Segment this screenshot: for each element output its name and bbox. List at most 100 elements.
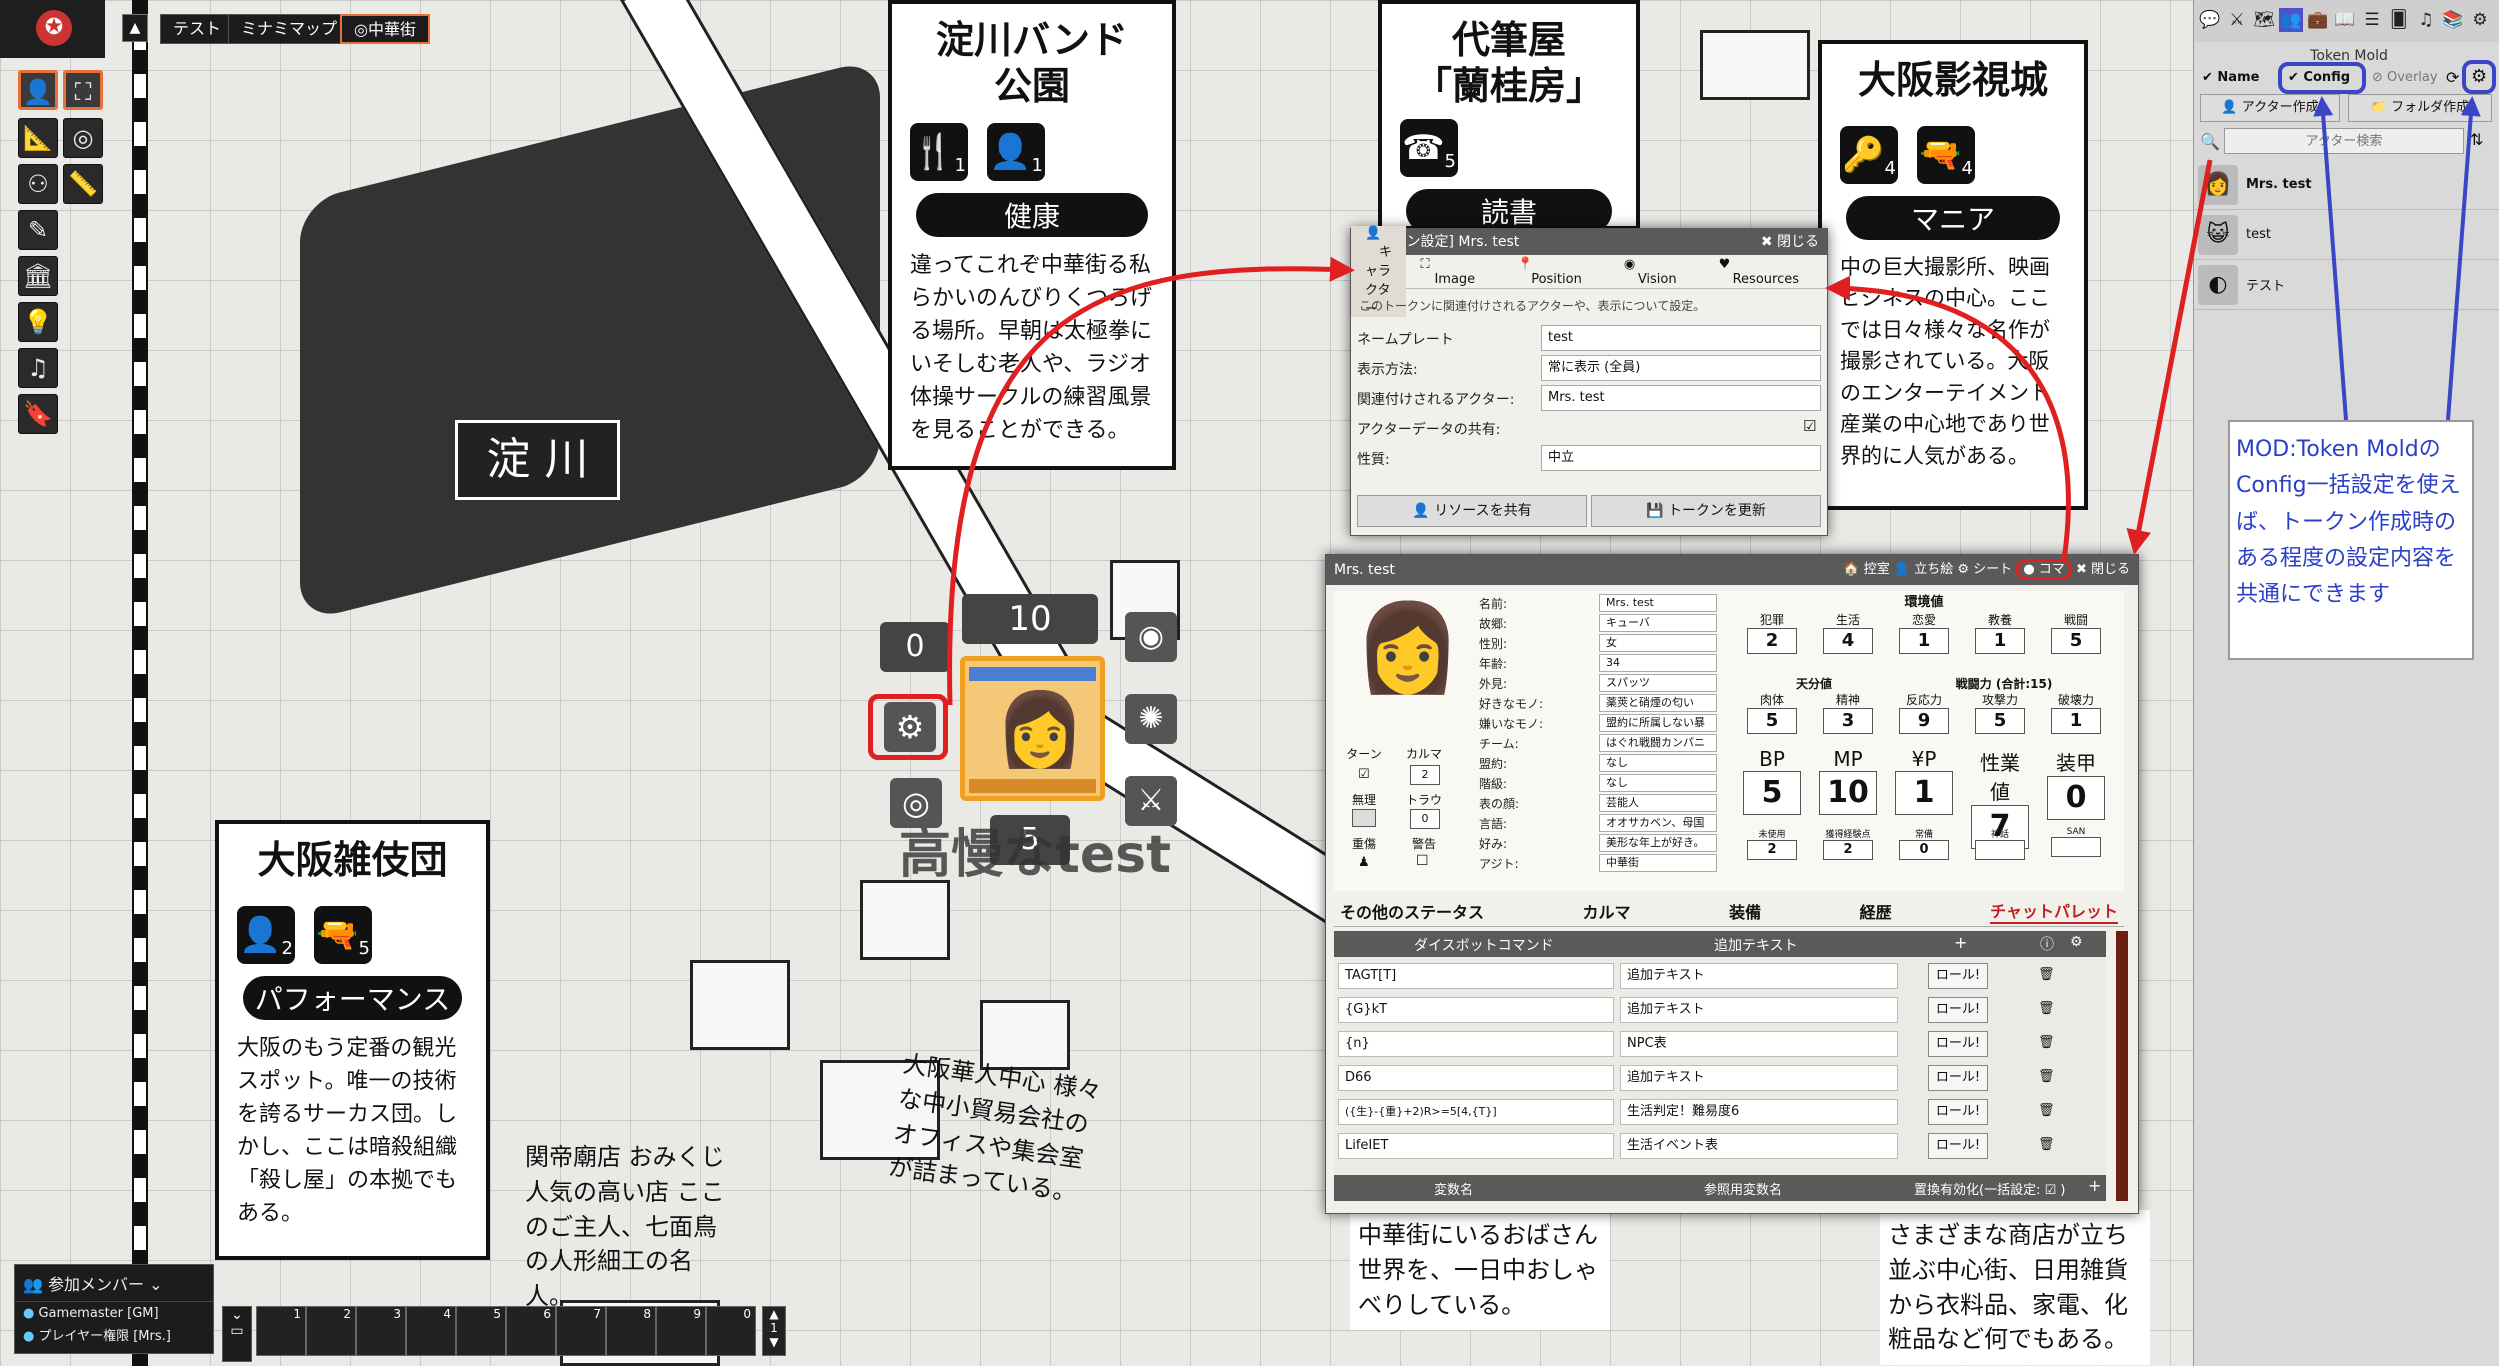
chevron-up-icon[interactable]: ▲	[122, 14, 148, 42]
profile-value[interactable]: 女	[1599, 634, 1717, 652]
dice-command-input[interactable]: {n}	[1338, 1031, 1614, 1057]
location-osaka-zatsugidan[interactable]: 大阪雑伎団 👤2 🔫5 パフォーマンス 大阪のもう定番の観光スポット。唯一の技術…	[215, 820, 490, 1260]
location-daihitsuya[interactable]: 代筆屋 「蘭桂房」 ☎5 読書	[1378, 0, 1640, 234]
display-mode-select[interactable]: 常に表示 (全員)	[1541, 355, 1821, 381]
tab-vision[interactable]: ◉ Vision	[1610, 257, 1705, 287]
sound-tool-icon[interactable]: ♫	[18, 348, 58, 388]
macro-slot[interactable]: 0	[706, 1306, 756, 1356]
stat-value[interactable]: 1	[1899, 628, 1949, 654]
trash-icon[interactable]: 🗑	[2038, 967, 2055, 982]
select-tool-icon[interactable]: ⛶	[63, 70, 103, 110]
filter-config-toggle[interactable]: ✔ Config	[2288, 70, 2350, 85]
prototype-token-button[interactable]: ● コマ	[2016, 559, 2072, 580]
share-resources-button[interactable]: 👤 リソースを共有	[1357, 495, 1587, 527]
stat-value[interactable]: 0	[1899, 840, 1949, 860]
roll-button[interactable]: ロール!	[1928, 1065, 1988, 1091]
scrollbar[interactable]	[2116, 931, 2128, 1201]
scene-tab-active[interactable]: ◎中華街	[340, 14, 430, 44]
judo-icon[interactable]: ♟	[1358, 855, 1370, 870]
settings-icon[interactable]: ⚙	[2468, 8, 2492, 32]
profile-value[interactable]: はぐれ戦闘カンパニ	[1599, 734, 1717, 752]
profile-value[interactable]: 美形な年上が好き。	[1599, 834, 1717, 852]
macro-slot[interactable]: 7	[556, 1306, 606, 1356]
profile-value[interactable]: キューバ	[1599, 614, 1717, 632]
tab-karma[interactable]: カルマ	[1583, 899, 1631, 923]
combat-icon[interactable]: ⚔	[2225, 8, 2249, 32]
tab-equipment[interactable]: 装備	[1729, 899, 1761, 923]
macro-slot[interactable]: 6	[506, 1306, 556, 1356]
roll-button[interactable]: ロール!	[1928, 1099, 1988, 1125]
dice-command-input[interactable]: LifeIET	[1338, 1133, 1614, 1159]
stat-value[interactable]	[1975, 840, 2025, 860]
info-icon[interactable]: ⓘ	[2040, 934, 2054, 954]
close-button[interactable]: ✖ 閉じる	[1761, 229, 1819, 255]
refresh-icon[interactable]: ⟳	[2446, 68, 2459, 87]
enable-substitution-toggle[interactable]: 置換有効化(一括設定: ☑ )	[1914, 1179, 2065, 1198]
stat-value[interactable]: 2	[1747, 628, 1797, 654]
trash-icon[interactable]: 🗑	[2038, 1069, 2055, 1084]
tables-icon[interactable]: ☰	[2360, 8, 2384, 32]
trash-icon[interactable]: 🗑	[2038, 1103, 2055, 1118]
stat-value[interactable]: 9	[1899, 708, 1949, 734]
add-icon[interactable]: +	[2088, 1176, 2101, 1195]
nameplate-input[interactable]: test	[1541, 325, 1821, 351]
filter-overlay-toggle[interactable]: ⊘ Overlay	[2372, 70, 2438, 85]
compendium-icon[interactable]: 📚	[2441, 8, 2465, 32]
stat-value[interactable]: 0	[2047, 776, 2105, 820]
stat-value[interactable]: 1	[2051, 708, 2101, 734]
stat-value[interactable]: 10	[1819, 771, 1877, 815]
disposition-select[interactable]: 中立	[1541, 445, 1821, 471]
items-icon[interactable]: 💼	[2306, 8, 2330, 32]
chat-icon[interactable]: 💬	[2198, 8, 2222, 32]
template-tool-icon[interactable]: ◎	[63, 118, 103, 158]
notes-tool-icon[interactable]: 🔖	[18, 394, 58, 434]
playlists-icon[interactable]: ♫	[2414, 8, 2438, 32]
profile-value[interactable]: 薬莢と硝煙の匂い	[1599, 694, 1717, 712]
dice-command-input[interactable]: TAGT[T]	[1338, 963, 1614, 989]
dice-command-input[interactable]: D66	[1338, 1065, 1614, 1091]
tab-history[interactable]: 経歴	[1860, 899, 1892, 923]
actor-link-checkbox[interactable]: ☑	[1803, 417, 1816, 435]
walls-tool-icon[interactable]: 🏛	[18, 256, 58, 296]
target-icon[interactable]: ◎	[890, 778, 942, 828]
macro-slot[interactable]: 1	[256, 1306, 306, 1356]
create-actor-button[interactable]: 👤 アクター作成	[2200, 94, 2340, 122]
stat-value[interactable]: 5	[1747, 708, 1797, 734]
trauma-value[interactable]: 0	[1410, 809, 1440, 829]
scenes-icon[interactable]: 🗺	[2252, 8, 2276, 32]
token-tool-icon[interactable]: 👤	[18, 70, 58, 110]
extra-text-input[interactable]: 生活イベント表	[1620, 1133, 1898, 1159]
token-bar-value[interactable]: 0	[880, 622, 950, 672]
window-header[interactable]: [トークン設定] Mrs. test ✖ 閉じる	[1351, 229, 1827, 255]
macro-slot[interactable]: 5	[456, 1306, 506, 1356]
gear-icon[interactable]: ⚙	[2471, 66, 2487, 87]
linked-actor-select[interactable]: Mrs. test	[1541, 385, 1821, 411]
location-osaka-eishijo[interactable]: 大阪影視城 🔑4 🔫4 マニア 中の巨大撮影所、映画ビジネスの中心。ここでは日々…	[1818, 40, 2088, 510]
actor-entry[interactable]: 👩 Mrs. test	[2194, 160, 2499, 210]
extra-text-input[interactable]: 追加テキスト	[1620, 997, 1898, 1023]
stat-value[interactable]: 5	[2051, 628, 2101, 654]
tab-position[interactable]: 📍 Position	[1503, 257, 1610, 287]
profile-value[interactable]: スパッツ	[1599, 674, 1717, 692]
stat-value[interactable]: 5	[1975, 708, 2025, 734]
profile-value[interactable]: なし	[1599, 774, 1717, 792]
tab-image[interactable]: ⛶ Image	[1406, 257, 1503, 287]
actor-entry[interactable]: ◐ テスト	[2194, 260, 2499, 310]
extra-text-input[interactable]: NPC表	[1620, 1031, 1898, 1057]
trash-icon[interactable]: 🗑	[2038, 1137, 2055, 1152]
stat-value[interactable]: 1	[1895, 771, 1953, 815]
stat-value[interactable]: 1	[1975, 628, 2025, 654]
muri-checkbox[interactable]	[1352, 809, 1376, 827]
profile-value[interactable]: 34	[1599, 654, 1717, 672]
stat-value[interactable]: 4	[1823, 628, 1873, 654]
players-panel[interactable]: 👥 参加メンバー ⌄ ● Gamemaster [GM] ● プレイヤー権限 […	[14, 1264, 214, 1354]
tiles-tool-icon[interactable]: ⚇	[18, 164, 58, 204]
scene-tab[interactable]: テスト	[160, 14, 235, 44]
add-icon[interactable]: +	[1954, 933, 1967, 952]
create-folder-button[interactable]: 📁 フォルダ作成	[2348, 94, 2492, 122]
trash-icon[interactable]: 🗑	[2038, 1001, 2055, 1016]
character-portrait[interactable]: 👩	[1354, 597, 1461, 717]
roll-button[interactable]: ロール!	[1928, 997, 1988, 1023]
actors-icon[interactable]: 👥	[2279, 8, 2303, 32]
filter-name-toggle[interactable]: ✔ Name	[2202, 70, 2259, 85]
